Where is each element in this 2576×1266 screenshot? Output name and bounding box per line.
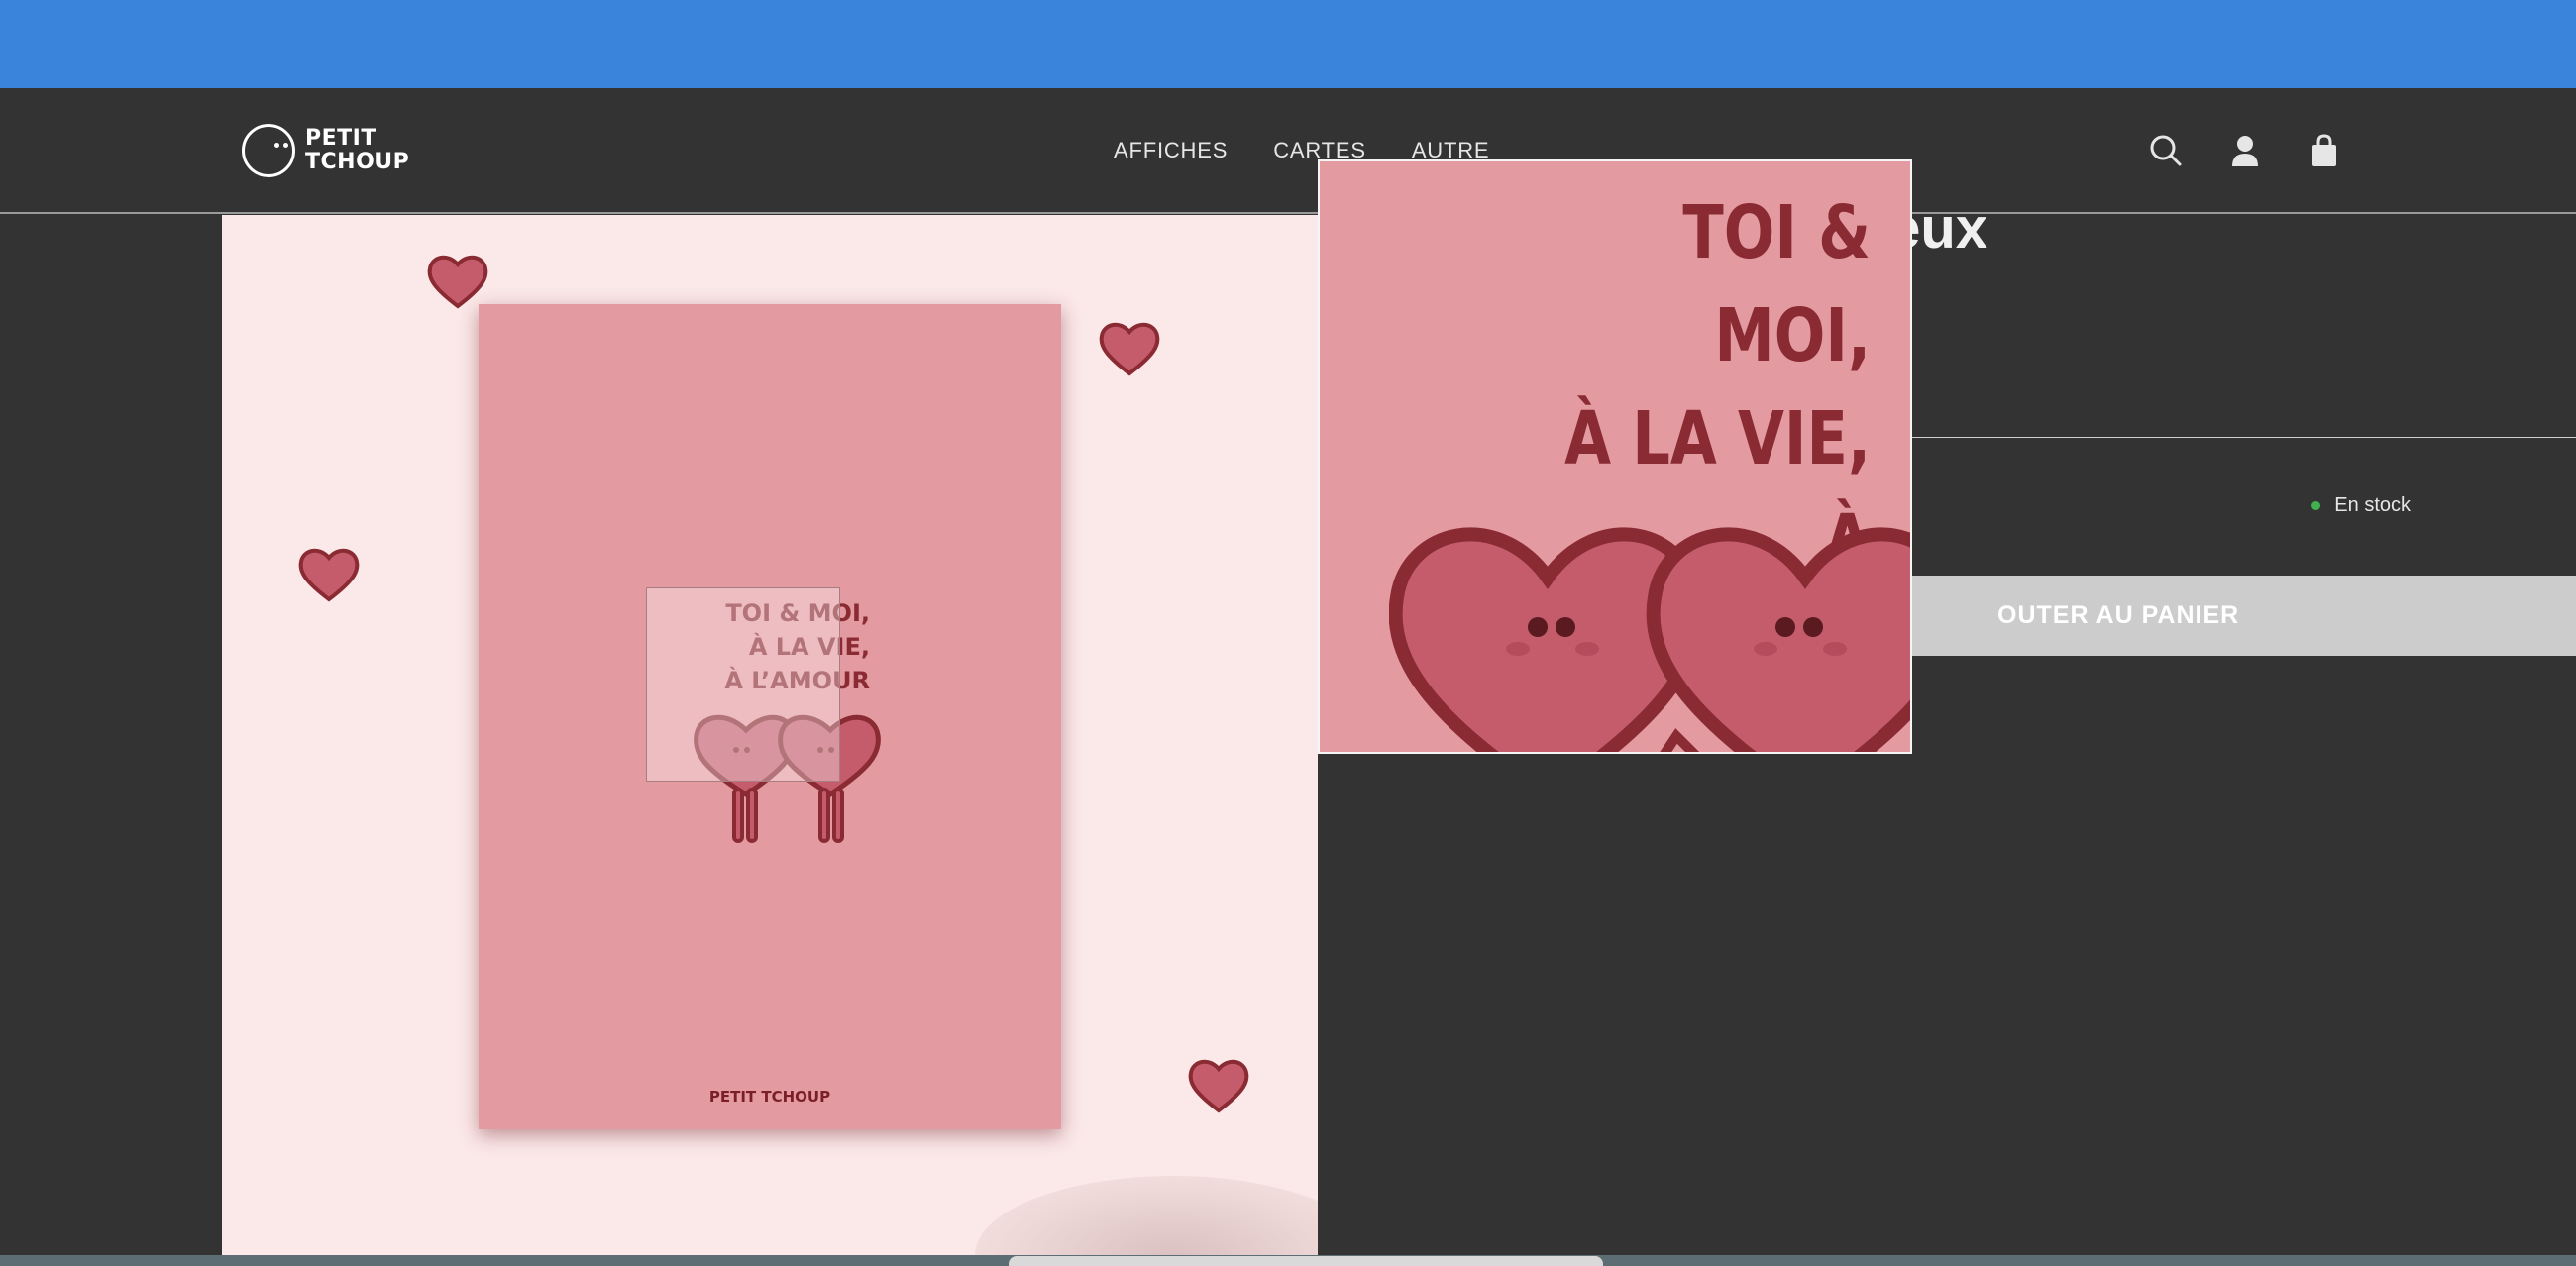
heart-decoration-icon <box>427 255 488 309</box>
product-gallery[interactable]: TOI & MOI, À LA VIE, À L’AMOUR PETIT TCH… <box>222 215 1318 1255</box>
stock-status: En stock <box>2311 494 2411 517</box>
search-icon[interactable] <box>2148 133 2184 168</box>
zoom-preview: TOI & MOI, À LA VIE, À L’AMOUR <box>1318 159 1912 754</box>
zoom-line-2: À LA VIE, <box>1564 396 1871 481</box>
nav-item-affiches[interactable]: AFFICHES <box>1114 138 1228 163</box>
logo-line-1: PETIT <box>305 126 376 151</box>
heart-decoration-icon <box>1099 322 1160 376</box>
zoom-lens <box>646 587 840 782</box>
account-icon[interactable] <box>2227 133 2263 168</box>
stock-dot-icon <box>2311 501 2321 510</box>
site-header: PETIT TCHOUP AFFICHES CARTES AUTRE <box>0 88 2576 214</box>
zoom-line-1: TOI & MOI, <box>1682 190 1871 378</box>
heart-decoration-icon <box>298 548 360 602</box>
poster-brand: PETIT TCHOUP <box>708 1088 831 1106</box>
bottom-scroll-indicator <box>1009 1256 1603 1266</box>
logo-face-icon <box>242 124 295 177</box>
announcement-bar <box>0 0 2576 88</box>
logo[interactable]: PETIT TCHOUP <box>242 124 409 177</box>
logo-line-2: TCHOUP <box>305 150 410 174</box>
stock-label: En stock <box>2334 494 2411 516</box>
logo-text: PETIT TCHOUP <box>305 127 409 174</box>
zoom-hearts-illustration <box>1389 527 1910 752</box>
cart-icon[interactable] <box>2307 133 2342 168</box>
header-icons <box>2148 133 2342 168</box>
details-divider <box>1912 437 2576 438</box>
heart-decoration-icon <box>1188 1059 1249 1113</box>
add-to-cart-button[interactable]: OUTER AU PANIER <box>1873 576 2576 656</box>
